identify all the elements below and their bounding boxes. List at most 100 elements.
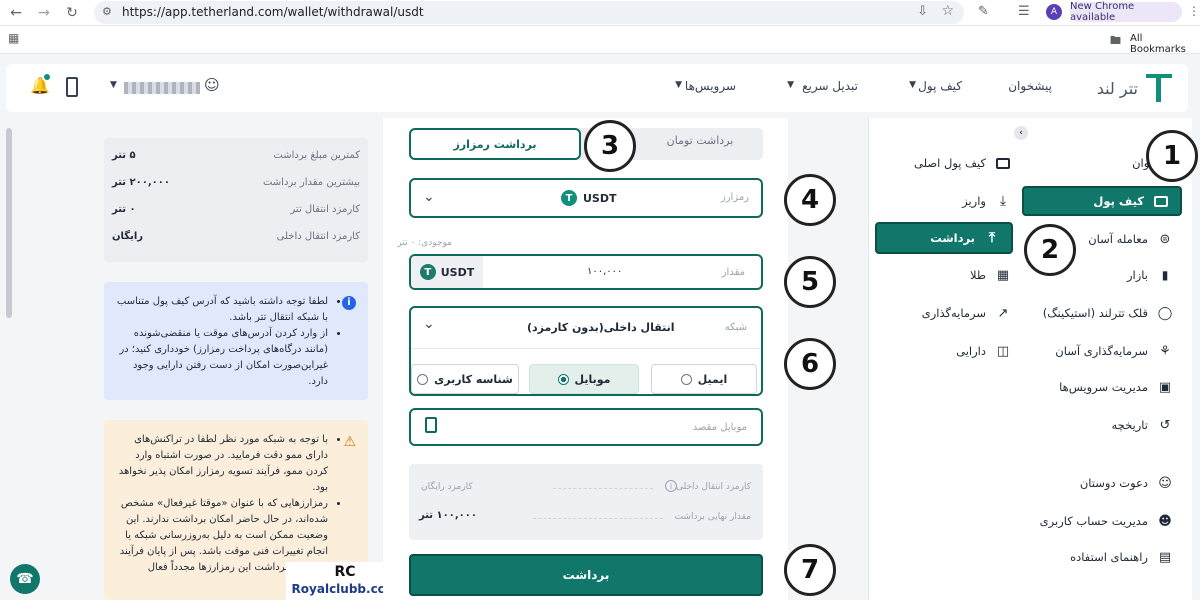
sidebar-item-invite[interactable]: ☺ دعوت دوستان bbox=[1080, 472, 1174, 494]
menu-services[interactable]: سرویس‌ها bbox=[685, 79, 736, 93]
info-bullet: از وارد کردن آدرس‌های موقت یا منقضی‌شوند… bbox=[114, 326, 328, 390]
brand-logo[interactable]: تتر لند bbox=[1082, 72, 1172, 104]
limits-box: کمترین مبلغ برداشت ۵ تتر بیشترین مقدار ب… bbox=[104, 138, 368, 262]
sidebar-item-staking[interactable]: ◯ قلک تترلند (استیکینگ) bbox=[1043, 302, 1174, 324]
sidebar-item-account[interactable]: ☻ مدیریت حساب کاربری bbox=[1040, 510, 1174, 532]
chevron-down-icon[interactable]: ▼ bbox=[110, 80, 117, 90]
address-bar[interactable]: ⚙ https://app.tetherland.com/wallet/with… bbox=[94, 1, 964, 24]
currency-value: T USDT bbox=[561, 190, 617, 206]
menu-quick-swap[interactable]: تبدیل سریع bbox=[802, 79, 858, 93]
media-icon[interactable]: ☰ bbox=[1018, 4, 1030, 19]
divider bbox=[411, 348, 761, 349]
extensions-icon[interactable]: ✎ bbox=[978, 4, 989, 19]
sidebar-item-history[interactable]: ↺ تاریخچه bbox=[1112, 414, 1174, 436]
logo-mark-icon bbox=[1146, 74, 1172, 102]
history-icon: ↺ bbox=[1159, 417, 1171, 433]
bookmark-star-icon[interactable]: ☆ bbox=[941, 3, 954, 19]
sidebar-item-guide[interactable]: ▤ راهنمای استفاده bbox=[1070, 546, 1174, 568]
chevron-down-icon: ▼ bbox=[909, 80, 916, 90]
collapse-icon[interactable]: ‹ bbox=[1014, 126, 1028, 140]
tether-icon: T bbox=[561, 190, 577, 206]
install-icon[interactable]: ⇩ bbox=[917, 4, 928, 19]
tether-icon: T bbox=[419, 264, 436, 280]
user-plus-icon: ☺ bbox=[1158, 475, 1172, 491]
upload-icon: ⤒ bbox=[988, 230, 996, 246]
withdraw-button[interactable]: برداشت bbox=[409, 554, 763, 596]
currency-select[interactable]: رمزارز T USDT ⌄ bbox=[409, 178, 763, 218]
support-chat-icon[interactable]: ☎ bbox=[10, 564, 40, 594]
option-user-id[interactable]: شناسه کاربری bbox=[411, 364, 519, 394]
submenu-investment[interactable]: ↗ سرمایه‌گذاری bbox=[922, 302, 1012, 324]
exchange-icon: ⊜ bbox=[1159, 231, 1171, 247]
fee-label: کارمزد انتقال داخلی bbox=[676, 482, 751, 492]
final-value: ۱۰۰,۰۰۰ تتر bbox=[419, 510, 477, 521]
final-label: مقدار نهایی برداشت bbox=[674, 512, 751, 522]
limit-row: کمترین مبلغ برداشت ۵ تتر bbox=[112, 150, 360, 161]
download-icon: ⤓ bbox=[999, 193, 1007, 209]
amount-field[interactable]: مقدار ۱۰۰,۰۰۰ T USDT bbox=[409, 254, 763, 290]
fee-summary: کارمزد انتقال داخلی i کارمزد رایگان مقدا… bbox=[409, 464, 763, 540]
radio-icon bbox=[417, 373, 429, 385]
menu-dashboard[interactable]: پیشخوان bbox=[1008, 79, 1052, 93]
logo-text: تتر لند bbox=[1096, 78, 1138, 98]
submenu-deposit[interactable]: ⤓ واریز bbox=[962, 190, 1012, 212]
blurred-username bbox=[124, 82, 200, 94]
chevron-down-icon[interactable]: ⌄ bbox=[423, 316, 435, 332]
amount-label: مقدار bbox=[721, 267, 745, 278]
network-value[interactable]: انتقال داخلی(بدون کارمزد) bbox=[527, 321, 675, 334]
update-chip[interactable]: New Chrome available bbox=[1070, 1, 1182, 23]
sidebar-item-easy-invest[interactable]: ⚘ سرمایه‌گذاری آسان bbox=[1055, 340, 1174, 362]
apps-grid-icon[interactable]: ▦ bbox=[8, 31, 19, 45]
sidebar-item-services[interactable]: ▣ مدیریت سرویس‌ها bbox=[1059, 376, 1174, 398]
wallet-submenu: کیف پول اصلی ⤓ واریز ⤒ برداشت ▦ طلا ↗ سر… bbox=[868, 118, 1020, 600]
chevron-down-icon: ▼ bbox=[675, 80, 682, 90]
balance-text: موجودی: ۰ تتر bbox=[397, 238, 452, 248]
info-icon: i bbox=[342, 296, 356, 310]
gold-icon: ▦ bbox=[996, 267, 1010, 283]
trend-icon: ↗ bbox=[997, 305, 1009, 321]
annotation-7: 7 bbox=[784, 544, 836, 596]
amount-unit: T USDT bbox=[411, 256, 483, 288]
wallet-icon bbox=[1152, 192, 1170, 210]
submenu-assets[interactable]: ◫ دارایی bbox=[956, 340, 1012, 362]
destination-field[interactable]: موبایل مقصد bbox=[409, 408, 763, 446]
sidebar-item-wallet[interactable]: کیف پول bbox=[1022, 186, 1182, 216]
mobile-icon[interactable] bbox=[66, 77, 78, 97]
dashed-leader bbox=[553, 488, 653, 489]
sidebar-item-market[interactable]: ▮ بازار bbox=[1127, 264, 1174, 286]
profile-avatar[interactable]: A bbox=[1046, 4, 1062, 20]
info-bullet: لطفا توجه داشته باشید که آدرس کیف پول مت… bbox=[114, 294, 328, 326]
annotation-2: 2 bbox=[1024, 224, 1076, 276]
annotation-1: 1 bbox=[1146, 130, 1198, 182]
scrollbar-thumb[interactable] bbox=[6, 128, 12, 318]
warning-icon: ⚠ bbox=[343, 434, 356, 450]
clipboard-icon[interactable] bbox=[425, 417, 437, 433]
network-section: شبکه انتقال داخلی(بدون کارمزد) ⌄ ایمیل م… bbox=[409, 306, 763, 396]
submenu-main-wallet[interactable]: کیف پول اصلی bbox=[914, 152, 1012, 174]
annotation-4: 4 bbox=[784, 174, 836, 226]
sidebar-item-easy-trade[interactable]: ⊜ معامله آسان bbox=[1088, 228, 1174, 250]
tab-toman[interactable]: برداشت تومان bbox=[645, 134, 755, 154]
reload-icon[interactable]: ↻ bbox=[62, 3, 82, 23]
option-mobile[interactable]: موبایل bbox=[529, 364, 639, 394]
menu-wallet[interactable]: کیف پول bbox=[918, 79, 962, 93]
briefcase-icon: ▣ bbox=[1158, 379, 1172, 395]
fee-value: کارمزد رایگان bbox=[421, 482, 473, 492]
user-icon[interactable]: ☺ bbox=[204, 76, 220, 94]
limit-row: کارمزد انتقال تتر ۰ تتر bbox=[112, 204, 360, 215]
limit-row: کارمزد انتقال داخلی رایگان bbox=[112, 231, 360, 242]
site-info-icon[interactable]: ⚙ bbox=[102, 5, 112, 18]
back-icon[interactable]: ← bbox=[6, 3, 26, 23]
forward-icon[interactable]: → bbox=[34, 3, 54, 23]
tab-crypto[interactable]: برداشت رمزارز bbox=[409, 128, 581, 160]
browser-toolbar: ← → ↻ ⚙ https://app.tetherland.com/walle… bbox=[0, 0, 1200, 26]
menu-icon[interactable]: ⋮ bbox=[1188, 4, 1200, 18]
user-gear-icon: ☻ bbox=[1158, 513, 1172, 529]
annotation-6: 6 bbox=[784, 338, 836, 390]
fee-info-icon[interactable]: i bbox=[665, 480, 677, 492]
all-bookmarks-link[interactable]: All Bookmarks bbox=[1130, 33, 1200, 55]
submenu-withdraw[interactable]: ⤒ برداشت bbox=[875, 222, 1013, 254]
app-header: تتر لند پیشخوان کیف پول ▼ تبدیل سریع ▼ س… bbox=[6, 64, 1188, 112]
submenu-gold[interactable]: ▦ طلا bbox=[970, 264, 1012, 286]
option-email[interactable]: ایمیل bbox=[651, 364, 757, 394]
